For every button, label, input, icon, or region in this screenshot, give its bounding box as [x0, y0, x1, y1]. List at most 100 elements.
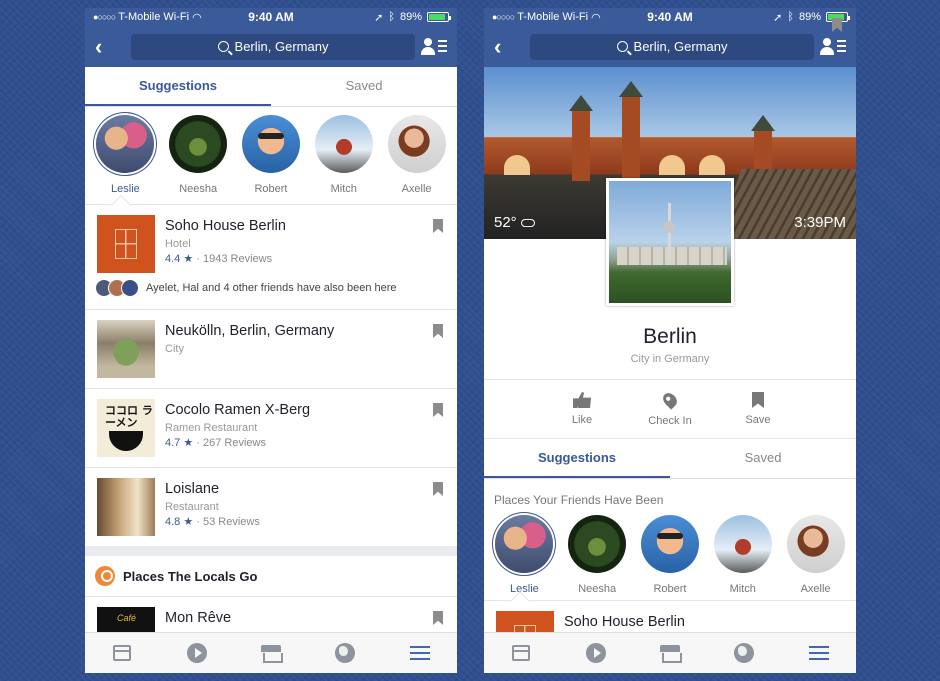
friends-carousel: Leslie Neesha Robert Mitch Axelle: [484, 511, 856, 611]
friend-name: Neesha: [179, 183, 218, 195]
search-bar[interactable]: Berlin, Germany: [530, 33, 814, 60]
friend-robert[interactable]: Robert: [238, 115, 304, 204]
place-title: Soho House Berlin: [165, 218, 286, 234]
like-button[interactable]: Like: [558, 392, 606, 426]
tab-saved[interactable]: Saved: [271, 67, 457, 106]
place-thumbnail: [97, 320, 155, 378]
carrier-label: T-Mobile Wi-Fi: [118, 11, 190, 23]
marketplace-tab[interactable]: [259, 641, 283, 665]
skyline: [617, 247, 727, 265]
section-divider: [85, 546, 457, 556]
signal-dots-icon: ●○○○○: [93, 12, 116, 22]
video-tab[interactable]: [185, 641, 209, 665]
cover-tower: [569, 95, 593, 181]
video-tab[interactable]: [584, 641, 608, 665]
friend-mitch[interactable]: Mitch: [311, 115, 377, 204]
section-title: Places The Locals Go: [123, 568, 258, 584]
video-icon: [585, 643, 606, 663]
action-label: Save: [745, 414, 771, 426]
carrier: ●○○○○ T-Mobile Wi-Fi ◠: [93, 11, 202, 24]
bookmark-icon: [752, 392, 764, 408]
avatar: [314, 115, 373, 173]
friends-been-here-text: Ayelet, Hal and 4 other friends have als…: [146, 282, 397, 294]
menu-tab[interactable]: [408, 641, 432, 665]
location-arrow-icon: ➚: [374, 11, 384, 24]
place-title: Cocolo Ramen X-Berg: [165, 402, 311, 418]
signal-dots-icon: ●○○○○: [492, 12, 515, 22]
back-chevron-icon[interactable]: ‹: [95, 34, 125, 60]
carrier-label: T-Mobile Wi-Fi: [517, 11, 589, 23]
friend-leslie[interactable]: Leslie: [491, 515, 557, 600]
friend-robert[interactable]: Robert: [637, 515, 703, 600]
news-feed-tab[interactable]: [509, 641, 533, 665]
place-thumbnail: ココロ ラーメン: [97, 399, 155, 457]
nav-row: ‹ Berlin, Germany: [85, 26, 457, 67]
search-icon: [616, 41, 628, 52]
place-category: Restaurant: [165, 501, 219, 513]
place-title: Neukölln, Berlin, Germany: [165, 323, 335, 339]
cover-arch: [699, 155, 725, 175]
friends-list-icon[interactable]: [820, 36, 846, 58]
friend-axelle[interactable]: Axelle: [384, 115, 450, 204]
list-item[interactable]: Neukölln, Berlin, Germany City: [85, 310, 457, 389]
carrier: ●○○○○ T-Mobile Wi-Fi ◠: [492, 11, 601, 24]
tab-suggestions[interactable]: Suggestions: [85, 67, 271, 106]
save-button[interactable]: Save: [734, 392, 782, 426]
tv-tower-sphere: [663, 221, 675, 233]
menu-icon: [808, 646, 829, 660]
globe-icon: [335, 643, 356, 663]
friend-name: Axelle: [401, 183, 432, 195]
partly-cloudy-icon: [520, 218, 535, 227]
friend-neesha[interactable]: Neesha: [564, 515, 630, 600]
page-title: Berlin: [643, 325, 697, 348]
marketplace-icon: [260, 645, 283, 663]
globe-icon: [734, 643, 755, 663]
avatar: [169, 115, 228, 173]
friend-axelle[interactable]: Axelle: [783, 515, 849, 600]
friends-carousel: Leslie Neesha Robert Mitch Axelle: [85, 107, 457, 215]
back-chevron-icon[interactable]: ‹: [494, 34, 524, 60]
header: ●○○○○ T-Mobile Wi-Fi ◠ 9:40 AM ➚ ᛒ 89% ‹…: [484, 8, 856, 67]
friends-been-here[interactable]: Ayelet, Hal and 4 other friends have als…: [85, 279, 457, 310]
header: ●○○○○ T-Mobile Wi-Fi ◠ 9:40 AM ➚ ᛒ 89% ‹…: [85, 8, 457, 67]
notifications-tab[interactable]: [333, 641, 357, 665]
video-icon: [186, 643, 207, 663]
check-in-button[interactable]: Check In: [646, 390, 694, 427]
friend-name: Robert: [653, 583, 687, 595]
friends-list-icon[interactable]: [421, 36, 447, 58]
bluetooth-icon: ᛒ: [787, 11, 794, 23]
place-thumbnail: [97, 215, 155, 273]
weather: 52°: [494, 214, 535, 231]
status-bar: ●○○○○ T-Mobile Wi-Fi ◠ 9:40 AM ➚ ᛒ 89%: [484, 8, 856, 26]
avatar: [640, 515, 699, 573]
friend-leslie[interactable]: Leslie: [92, 115, 158, 204]
cover-arch: [504, 155, 530, 175]
friend-mitch[interactable]: Mitch: [710, 515, 776, 600]
marketplace-tab[interactable]: [658, 641, 682, 665]
search-bar[interactable]: Berlin, Germany: [131, 33, 415, 60]
search-icon: [217, 41, 229, 52]
menu-tab[interactable]: [807, 641, 831, 665]
list-item[interactable]: Soho House Berlin Hotel 4.4 ★ · 1943 Rev…: [85, 205, 457, 283]
section-header: Places The Locals Go: [85, 556, 457, 597]
nav-row: ‹ Berlin, Germany: [484, 26, 856, 67]
list-item[interactable]: Loislane Restaurant 4.8 ★ · 53 Reviews: [85, 468, 457, 546]
news-feed-tab[interactable]: [110, 641, 134, 665]
avatar: [568, 515, 627, 573]
tab-saved[interactable]: Saved: [670, 439, 856, 478]
notifications-tab[interactable]: [732, 641, 756, 665]
place-title: Soho House Berlin: [564, 614, 685, 630]
tab-suggestions[interactable]: Suggestions: [484, 439, 670, 478]
status-bar: ●○○○○ T-Mobile Wi-Fi ◠ 9:40 AM ➚ ᛒ 89%: [85, 8, 457, 26]
friend-neesha[interactable]: Neesha: [165, 115, 231, 204]
thumbs-up-icon: [573, 392, 591, 408]
ramen-bowl-icon: [109, 431, 143, 451]
list-item[interactable]: ココロ ラーメン Cocolo Ramen X-Berg Ramen Resta…: [85, 389, 457, 468]
battery-icon: [427, 12, 451, 22]
phone-screen-right: ●○○○○ T-Mobile Wi-Fi ◠ 9:40 AM ➚ ᛒ 89% ‹…: [484, 8, 856, 673]
friend-name: Mitch: [330, 183, 357, 195]
battery-percent: 89%: [798, 11, 821, 23]
action-label: Check In: [648, 415, 692, 427]
page-subtitle: City in Germany: [630, 353, 710, 365]
profile-picture[interactable]: [606, 178, 734, 306]
